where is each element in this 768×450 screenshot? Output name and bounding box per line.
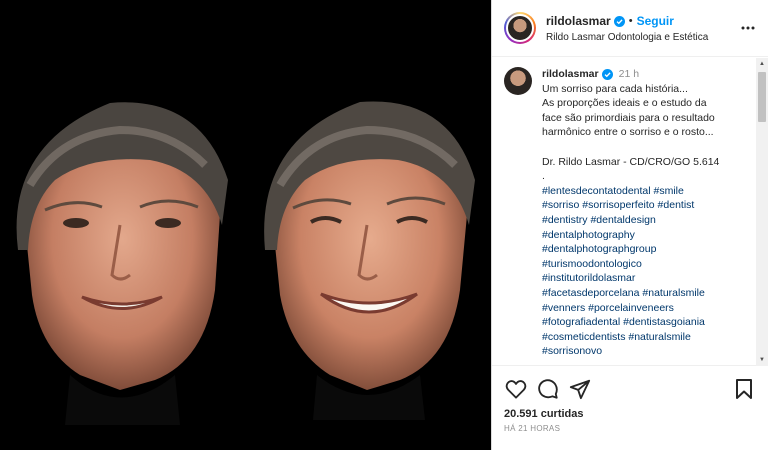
post-timestamp[interactable]: HÁ 21 HORAS bbox=[504, 424, 560, 433]
share-icon[interactable] bbox=[568, 377, 592, 401]
avatar-image bbox=[506, 14, 534, 42]
hashtag-line[interactable]: #sorriso #sorrisoperfeito #dentist bbox=[542, 198, 719, 213]
face-after-image bbox=[264, 101, 475, 420]
caption-line: As proporções ideais e o estudo da bbox=[542, 97, 707, 110]
verified-badge-icon bbox=[613, 15, 625, 27]
post-header: rildolasmar • Seguir Rildo Lasmar Odonto… bbox=[492, 0, 768, 57]
hashtag-line[interactable]: #dentalphotography bbox=[542, 228, 719, 243]
instagram-post-modal: rildolasmar • Seguir Rildo Lasmar Odonto… bbox=[0, 0, 768, 450]
scroll-down-arrow-icon[interactable]: ▼ bbox=[756, 354, 768, 366]
hashtag-line[interactable]: #dentalphotographgroup bbox=[542, 242, 719, 257]
action-bar bbox=[504, 374, 756, 404]
hashtag-line[interactable]: #sorrisonovo bbox=[542, 344, 719, 359]
caption-line: harmônico entre o sorriso e o rosto... bbox=[542, 126, 714, 139]
heart-icon[interactable] bbox=[504, 377, 528, 401]
caption-scroll-area[interactable]: rildolasmar 21 h Um sorriso para cada hi… bbox=[492, 58, 768, 366]
hashtag-line[interactable]: #facetasdeporcelana #naturalsmile bbox=[542, 286, 719, 301]
post-sidebar: rildolasmar • Seguir Rildo Lasmar Odonto… bbox=[491, 0, 768, 450]
verified-badge-icon bbox=[601, 68, 613, 80]
caption-head: rildolasmar 21 h bbox=[542, 67, 719, 82]
comment-icon[interactable] bbox=[536, 377, 560, 401]
caption-scrollbar[interactable]: ▲ ▼ bbox=[756, 58, 768, 366]
hashtag-line[interactable]: #turismoodontologico bbox=[542, 257, 719, 272]
bookmark-icon[interactable] bbox=[732, 377, 756, 401]
caption-line: face são primordiais para o resultado bbox=[542, 111, 715, 124]
follow-button[interactable]: Seguir bbox=[637, 14, 674, 29]
caption-username[interactable]: rildolasmar bbox=[542, 67, 599, 82]
header-subtitle[interactable]: Rildo Lasmar Odontologia e Estética bbox=[546, 32, 738, 43]
caption-time[interactable]: 21 h bbox=[619, 67, 639, 82]
hashtag-line[interactable]: #fotografiadental #dentistasgoiania bbox=[542, 315, 719, 330]
caption-body: rildolasmar 21 h Um sorriso para cada hi… bbox=[542, 67, 719, 359]
scrollbar-thumb[interactable] bbox=[758, 72, 766, 122]
header-line: rildolasmar • Seguir bbox=[546, 14, 738, 29]
face-before-image bbox=[16, 102, 229, 425]
separator-dot: • bbox=[628, 14, 633, 27]
hashtag-line[interactable]: #venners #porcelainveneers bbox=[542, 301, 719, 316]
hashtag-line[interactable]: #cosmeticdentists #naturalsmile bbox=[542, 330, 719, 345]
post-photo[interactable] bbox=[0, 0, 491, 450]
hashtag-line[interactable]: #lentesdecontatodental #smile bbox=[542, 184, 719, 199]
hashtag-line[interactable]: #dentistry #dentaldesign bbox=[542, 213, 719, 228]
caption-line: Um sorriso para cada história... bbox=[542, 82, 688, 95]
caption: rildolasmar 21 h Um sorriso para cada hi… bbox=[492, 58, 768, 359]
hashtag-line[interactable]: #institutorildolasmar bbox=[542, 271, 719, 286]
header-avatar[interactable] bbox=[504, 12, 536, 44]
caption-avatar[interactable] bbox=[504, 67, 532, 95]
likes-count[interactable]: 20.591 curtidas bbox=[504, 408, 584, 420]
header-text: rildolasmar • Seguir Rildo Lasmar Odonto… bbox=[546, 14, 738, 43]
caption-line: . bbox=[542, 170, 545, 183]
caption-line: Dr. Rildo Lasmar - CD/CRO/GO 5.614 bbox=[542, 155, 720, 168]
avatar-image bbox=[504, 67, 532, 95]
more-options-icon[interactable] bbox=[738, 18, 758, 38]
scroll-up-arrow-icon[interactable]: ▲ bbox=[756, 58, 768, 70]
header-username[interactable]: rildolasmar bbox=[546, 14, 611, 29]
